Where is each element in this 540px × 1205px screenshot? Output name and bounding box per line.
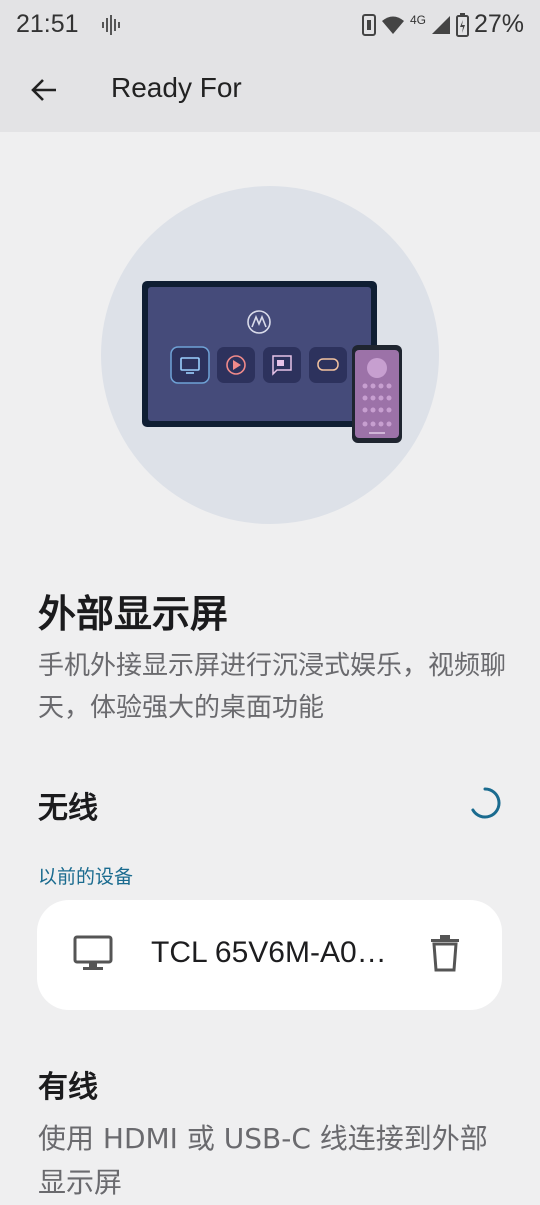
back-button[interactable] (22, 70, 66, 114)
network-type: 4G (409, 12, 426, 27)
device-item[interactable]: TCL 65V6M-A0… (37, 900, 502, 1010)
arrow-left-icon (30, 76, 58, 108)
delete-device-button[interactable] (430, 934, 466, 974)
wired-title: 有线 (38, 1070, 98, 1105)
wired-description: 使用 HDMI 或 USB-C 线连接到外部显示屏 (38, 1122, 488, 1199)
monitor-icon (73, 934, 113, 978)
battery-icon (455, 12, 469, 37)
device-name: TCL 65V6M-A0… (151, 936, 387, 969)
nfc-icon (361, 13, 376, 36)
status-icons: 4G 27% (361, 10, 524, 39)
wifi-icon (381, 15, 405, 35)
audio-wave-icon (100, 14, 122, 41)
battery-percent: 27% (473, 10, 524, 38)
external-display-description: 手机外接显示屏进行沉浸式娱乐，视频聊天，体验强大的桌面功能 (38, 651, 507, 723)
previous-devices-label: 以前的设备 (38, 866, 134, 888)
wireless-title: 无线 (38, 791, 98, 826)
trash-icon (430, 935, 460, 976)
app-bar: Ready For (0, 52, 540, 132)
loading-spinner-icon (468, 786, 502, 824)
tv-and-phone-illustration (142, 281, 402, 443)
status-bar: 21:51 4G 27% (0, 0, 540, 52)
page-title: Ready For (111, 72, 242, 103)
status-time: 21:51 (16, 10, 79, 38)
signal-icon (431, 15, 451, 35)
external-display-title: 外部显示屏 (38, 592, 229, 636)
